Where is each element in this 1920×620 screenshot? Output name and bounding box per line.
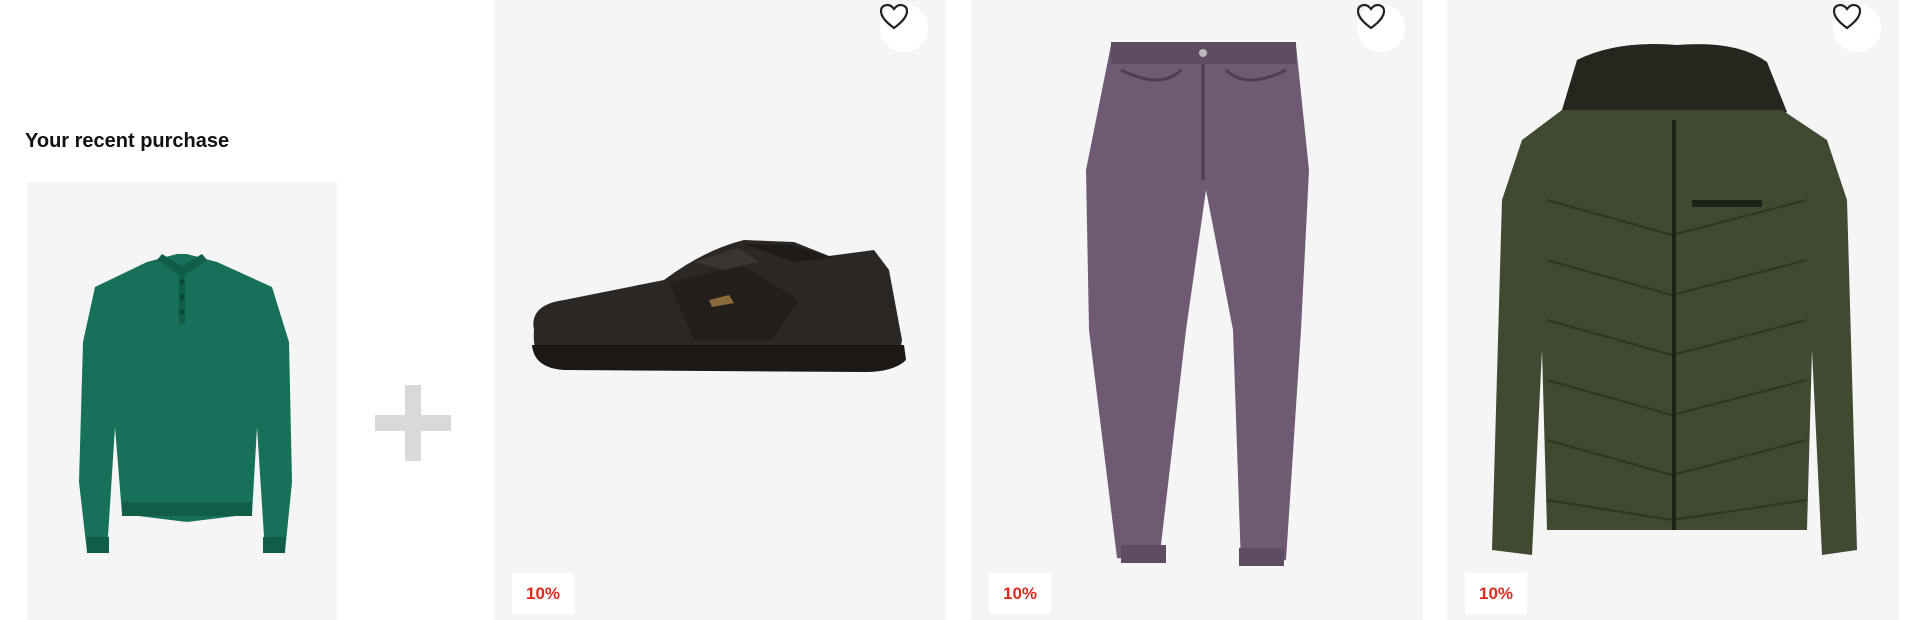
jeans-image: [1086, 42, 1309, 566]
plus-icon: [375, 385, 451, 461]
recent-purchase-card[interactable]: [27, 182, 337, 620]
heart-icon: [1357, 4, 1385, 30]
puffer-jacket-image: [1492, 44, 1857, 555]
wishlist-button[interactable]: [1833, 4, 1881, 52]
sweater-image: [79, 254, 292, 553]
heart-icon: [880, 4, 908, 30]
discount-badge: 10%: [989, 573, 1052, 614]
wishlist-button[interactable]: [880, 4, 928, 52]
wishlist-button[interactable]: [1357, 4, 1405, 52]
discount-badge: 10%: [512, 573, 575, 614]
product-card[interactable]: 10%: [494, 0, 946, 620]
discount-badge: 10%: [1465, 573, 1528, 614]
product-card[interactable]: 10%: [971, 0, 1423, 620]
sneaker-image: [532, 240, 906, 372]
recent-purchase-heading: Your recent purchase: [25, 130, 230, 152]
product-card[interactable]: 10%: [1447, 0, 1899, 620]
heart-icon: [1833, 4, 1861, 30]
